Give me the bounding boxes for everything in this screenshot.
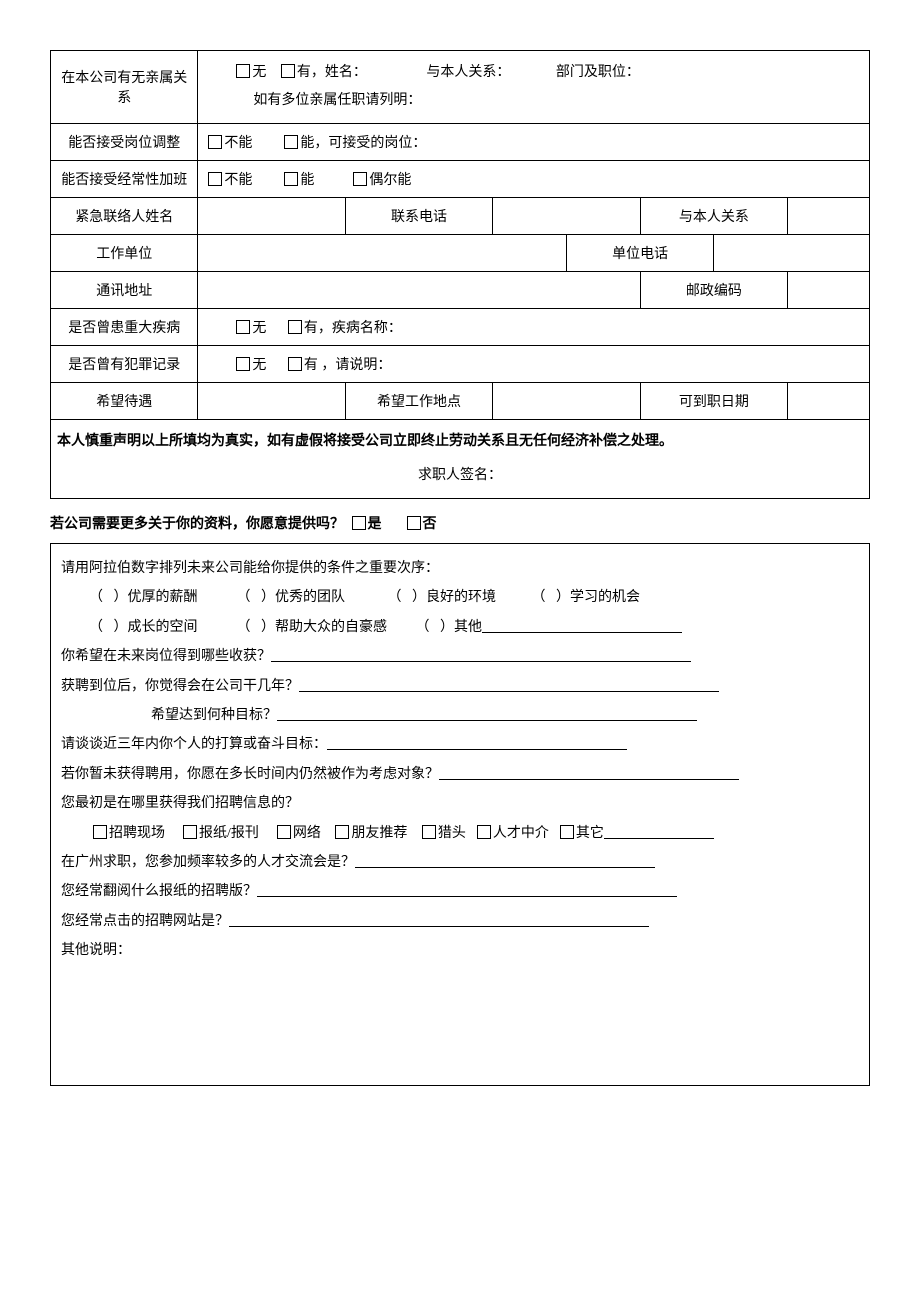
- declaration-cell: 本人慎重声明以上所填均为真实，如有虚假将接受公司立即终止劳动关系且无任何经济补偿…: [51, 420, 870, 499]
- q-source: 您最初是在哪里获得我们招聘信息的？: [61, 789, 859, 818]
- overtime-label: 能否接受经常性加班: [51, 161, 198, 198]
- work-unit-value[interactable]: [198, 235, 567, 272]
- emergency-phone-value[interactable]: [493, 198, 640, 235]
- checkbox-src-friend[interactable]: [335, 825, 349, 839]
- job-adjust-cell[interactable]: 不能 能，可接受的岗位：: [198, 124, 870, 161]
- checkbox-relatives-has[interactable]: [281, 64, 295, 78]
- q-paper: 您经常翻阅什么报纸的招聘版？: [61, 877, 859, 906]
- signature-label: 求职人签名：: [418, 468, 502, 483]
- zip-label: 邮政编码: [640, 272, 787, 309]
- work-unit-label: 工作单位: [51, 235, 198, 272]
- q-years: 获聘到位后，你觉得会在公司干几年？: [61, 672, 859, 701]
- job-adjust-label: 能否接受岗位调整: [51, 124, 198, 161]
- wait-input[interactable]: [439, 765, 739, 780]
- salary-label: 希望待遇: [51, 383, 198, 420]
- illness-label: 是否曾患重大疾病: [51, 309, 198, 346]
- startdate-label: 可到职日期: [640, 383, 787, 420]
- plan-input[interactable]: [327, 735, 627, 750]
- salary-value[interactable]: [198, 383, 345, 420]
- location-label: 希望工作地点: [345, 383, 492, 420]
- addr-label: 通讯地址: [51, 272, 198, 309]
- fair-input[interactable]: [355, 853, 655, 868]
- rank-options-row2[interactable]: （ ）成长的空间 （ ）帮助大众的自豪感 （ ）其他: [61, 613, 859, 642]
- q-goal: 希望达到何种目标？: [61, 701, 859, 730]
- q-wait: 若你暂未获得聘用，你愿在多长时间内仍然被作为考虑对象？: [61, 760, 859, 789]
- startdate-value[interactable]: [788, 383, 870, 420]
- emergency-relation-label: 与本人关系: [640, 198, 787, 235]
- checkbox-src-site[interactable]: [93, 825, 107, 839]
- checkbox-adjust-yes[interactable]: [284, 135, 298, 149]
- checkbox-src-agency[interactable]: [477, 825, 491, 839]
- q-gain: 你希望在未来岗位得到哪些收获？: [61, 642, 859, 671]
- q-plan: 请谈谈近三年内你个人的打算或奋斗目标：: [61, 730, 859, 759]
- other-notes-area[interactable]: [61, 965, 859, 1075]
- checkbox-adjust-no[interactable]: [208, 135, 222, 149]
- emergency-phone-label: 联系电话: [345, 198, 492, 235]
- checkbox-ot-no[interactable]: [208, 172, 222, 186]
- q-other: 其他说明：: [61, 936, 859, 965]
- checkbox-crime-has[interactable]: [288, 357, 302, 371]
- crime-cell[interactable]: 无 有 ，请说明：: [198, 346, 870, 383]
- emergency-name-label: 紧急联络人姓名: [51, 198, 198, 235]
- gain-input[interactable]: [271, 647, 691, 662]
- checkbox-illness-has[interactable]: [288, 320, 302, 334]
- checkbox-src-paper[interactable]: [183, 825, 197, 839]
- overtime-cell[interactable]: 不能 能 偶尔能: [198, 161, 870, 198]
- checkbox-crime-none[interactable]: [236, 357, 250, 371]
- crime-label: 是否曾有犯罪记录: [51, 346, 198, 383]
- questionnaire-box: 请用阿拉伯数字排列未来公司能给你提供的条件之重要次序： （ ）优厚的薪酬 （ ）…: [50, 543, 870, 1086]
- checkbox-more-yes[interactable]: [352, 516, 366, 530]
- checkbox-src-web[interactable]: [277, 825, 291, 839]
- site-input[interactable]: [229, 912, 649, 927]
- declaration-text: 本人慎重声明以上所填均为真实，如有虚假将接受公司立即终止劳动关系且无任何经济补偿…: [57, 434, 673, 449]
- checkbox-ot-yes[interactable]: [284, 172, 298, 186]
- emergency-relation-value[interactable]: [788, 198, 870, 235]
- paper-input[interactable]: [257, 882, 677, 897]
- checkbox-src-other[interactable]: [560, 825, 574, 839]
- rank-options-row1[interactable]: （ ）优厚的薪酬 （ ）优秀的团队 （ ）良好的环境 （ ）学习的机会: [61, 583, 859, 612]
- goal-input[interactable]: [277, 706, 697, 721]
- relatives-label: 在本公司有无亲属关系: [51, 51, 198, 124]
- checkbox-ot-sometimes[interactable]: [353, 172, 367, 186]
- work-tel-label: 单位电话: [566, 235, 713, 272]
- illness-cell[interactable]: 无 有，疾病名称：: [198, 309, 870, 346]
- checkbox-relatives-none[interactable]: [236, 64, 250, 78]
- work-tel-value[interactable]: [714, 235, 870, 272]
- application-form-table: 在本公司有无亲属关系 无 有，姓名： 与本人关系： 部门及职位： 如有多位亲属任…: [50, 50, 870, 499]
- rank-intro: 请用阿拉伯数字排列未来公司能给你提供的条件之重要次序：: [61, 554, 859, 583]
- q-fair: 在广州求职，您参加频率较多的人才交流会是？: [61, 848, 859, 877]
- source-options[interactable]: 招聘现场 报纸/报刊 网络 朋友推荐 猎头 人才中介 其它: [61, 819, 859, 848]
- checkbox-illness-none[interactable]: [236, 320, 250, 334]
- q-site: 您经常点击的招聘网站是？: [61, 907, 859, 936]
- relatives-cell[interactable]: 无 有，姓名： 与本人关系： 部门及职位： 如有多位亲属任职请列明：: [198, 51, 870, 124]
- zip-value[interactable]: [788, 272, 870, 309]
- addr-value[interactable]: [198, 272, 640, 309]
- more-info-question: 若公司需要更多关于你的资料，你愿意提供吗？ 是 否: [50, 513, 870, 533]
- location-value[interactable]: [493, 383, 640, 420]
- years-input[interactable]: [299, 677, 719, 692]
- emergency-name-value[interactable]: [198, 198, 345, 235]
- checkbox-src-hunter[interactable]: [422, 825, 436, 839]
- checkbox-more-no[interactable]: [407, 516, 421, 530]
